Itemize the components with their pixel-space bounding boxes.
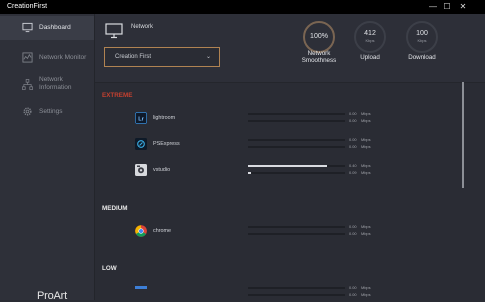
monitor-icon xyxy=(105,23,123,39)
app-name: vstudio xyxy=(153,167,171,173)
download-speed: 0.09 Mbps xyxy=(349,170,371,175)
close-button[interactable]: ✕ xyxy=(456,0,470,14)
download-speed: 0.00 Mbps xyxy=(349,118,371,123)
upload-bar xyxy=(248,113,345,115)
smoothness-gauge: 100% xyxy=(303,21,335,53)
upload-speed: 0.40 Mbps xyxy=(349,163,371,168)
profile-select[interactable]: Creation First ⌄ xyxy=(104,47,220,67)
section-title-extreme: EXTREME xyxy=(102,92,133,99)
upload-unit: Kbps xyxy=(365,38,375,43)
sidebar-item-label: Settings xyxy=(39,108,63,115)
sidebar-item-label: Network Monitor xyxy=(39,54,87,61)
list-item[interactable]: PSExpress 0.00 Mbps 0.00 Mbps xyxy=(95,136,463,162)
upload-speed: 0.00 Mbps xyxy=(349,224,371,229)
download-speed: 0.00 Mbps xyxy=(349,231,371,236)
maximize-button[interactable]: ☐ xyxy=(440,0,454,14)
app-name: lightroom xyxy=(153,115,176,121)
network-label: Network xyxy=(131,24,154,30)
list-item[interactable]: 0.00 Mbps 0.00 Mbps xyxy=(95,284,463,300)
download-speed: 0.00 Mbps xyxy=(349,144,371,149)
svg-text:Lr: Lr xyxy=(138,116,144,122)
sidebar-item-label: Dashboard xyxy=(39,24,71,31)
lightroom-icon: Lr xyxy=(135,112,147,124)
upload-value: 412 xyxy=(364,30,376,37)
monitor-icon xyxy=(22,22,33,33)
sidebar-item-network-monitor[interactable]: Network Monitor xyxy=(0,46,94,70)
chrome-icon xyxy=(135,225,147,237)
download-bar xyxy=(248,294,345,296)
header: Network Creation First ⌄ 100% Network Sm… xyxy=(95,14,485,83)
sidebar: Dashboard Network Monitor Network Inform… xyxy=(0,14,95,302)
app-name: PSExpress xyxy=(153,141,180,147)
scrollbar-thumb[interactable] xyxy=(462,82,464,188)
sidebar-item-dashboard[interactable]: Dashboard xyxy=(0,16,94,40)
app-name: chrome xyxy=(153,228,171,234)
download-bar xyxy=(248,120,345,122)
upload-speed: 0.00 Mbps xyxy=(349,137,371,142)
app-icon xyxy=(135,286,147,289)
upload-speed: 0.00 Mbps xyxy=(349,285,371,290)
upload-label: Upload xyxy=(360,54,380,61)
section-title-medium: MEDIUM xyxy=(102,205,128,212)
chevron-down-icon: ⌄ xyxy=(205,54,211,60)
vstudio-icon xyxy=(135,164,147,176)
network-monitor-icon xyxy=(22,52,33,63)
download-bar xyxy=(248,146,345,148)
sidebar-item-settings[interactable]: Settings xyxy=(0,100,94,124)
list-item[interactable]: vstudio 0.40 Mbps 0.09 Mbps xyxy=(95,162,463,188)
download-bar xyxy=(248,233,345,235)
list-item[interactable]: Lr lightroom 0.00 Mbps 0.00 Mbps xyxy=(95,110,463,136)
section-title-low: LOW xyxy=(102,265,117,272)
download-value: 100 xyxy=(416,30,428,37)
network-info-icon xyxy=(22,79,33,90)
sidebar-item-network-information[interactable]: Network Information xyxy=(0,73,94,97)
psexpress-icon xyxy=(135,138,147,150)
upload-bar xyxy=(248,287,345,289)
minimize-button[interactable]: — xyxy=(426,0,440,14)
download-bar xyxy=(248,172,345,174)
sidebar-item-label: Network Information xyxy=(39,76,72,91)
smoothness-label: Network Smoothness xyxy=(301,50,337,64)
download-speed: 0.00 Mbps xyxy=(349,292,371,297)
upload-bar xyxy=(248,226,345,228)
list-item[interactable]: chrome 0.00 Mbps 0.00 Mbps xyxy=(95,223,463,249)
download-unit: Kbps xyxy=(417,38,427,43)
window-title: CreationFirst xyxy=(7,3,48,10)
upload-bar xyxy=(248,165,345,167)
upload-speed: 0.00 Mbps xyxy=(349,111,371,116)
download-label: Download xyxy=(408,54,436,61)
proart-logo: ProArt xyxy=(37,290,67,302)
gear-icon xyxy=(23,107,32,116)
profile-select-value: Creation First xyxy=(115,54,152,60)
smoothness-value: 100% xyxy=(310,33,328,40)
upload-gauge: 412 Kbps xyxy=(354,21,386,53)
upload-bar xyxy=(248,139,345,141)
app-priority-list[interactable]: EXTREME Lr lightroom 0.00 Mbps 0.00 Mbps P… xyxy=(95,83,463,300)
download-gauge: 100 Kbps xyxy=(406,21,438,53)
title-bar: CreationFirst — ☐ ✕ xyxy=(0,0,485,14)
